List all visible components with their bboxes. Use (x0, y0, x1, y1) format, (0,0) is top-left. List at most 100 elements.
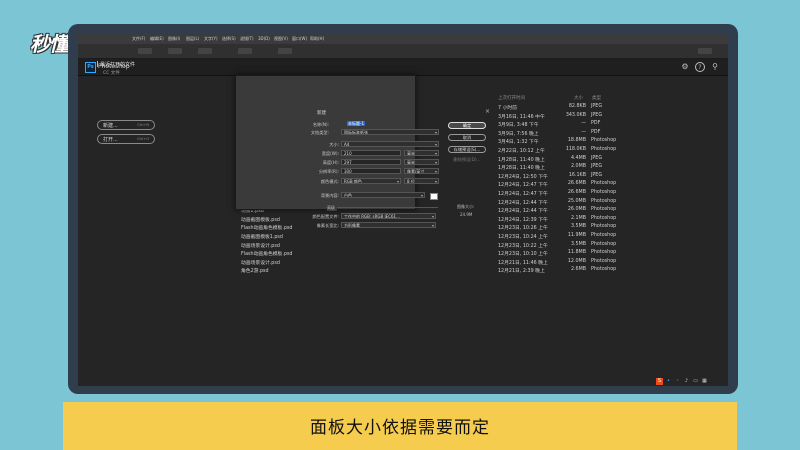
resolution-label: 分辨率(R): (318, 169, 339, 174)
file-date: 12月21日, 2:39 晚上 (498, 269, 545, 275)
menu-help[interactable]: 帮助(H) (310, 36, 324, 42)
file-type: PDF (591, 129, 601, 135)
file-name: 动画场景设计.psd (241, 243, 280, 249)
file-date: 3月9日, 7:56 晚上 (498, 131, 539, 137)
settings-icon[interactable]: ▦ (701, 378, 708, 385)
help-icon[interactable]: ? (695, 62, 705, 72)
file-size: 11.9MB (567, 233, 586, 238)
option-control[interactable] (278, 48, 292, 54)
pixel-aspect-select[interactable]: 方形像素 (341, 222, 436, 228)
language-icon[interactable]: • (665, 378, 672, 385)
color-mode-select[interactable]: RGB 颜色 (341, 178, 401, 184)
width-unit-select[interactable]: 毫米 (404, 150, 439, 156)
home-header: Ps Photoshop ⚙ ? ⚲ (78, 59, 728, 76)
advanced-toggle[interactable]: 高级 (327, 205, 337, 211)
option-control[interactable] (698, 48, 712, 54)
file-name: 动画截图模板1.psd (241, 235, 283, 240)
file-row[interactable]: 动画场景设计.psd 12月21日, 11:46 晚上 12.0MB Photosho… (241, 258, 701, 267)
new-button-shortcut: Ctrl+N (137, 122, 149, 127)
file-size: 4.4MB (570, 155, 586, 161)
close-icon[interactable]: × (485, 108, 796, 115)
open-button-shortcut: Ctrl+O (137, 136, 149, 141)
name-input[interactable]: 未标题-1 (345, 121, 440, 127)
gear-icon[interactable]: ⚙ (680, 62, 690, 72)
color-mode-label: 颜色模式: (320, 179, 339, 184)
file-name: 动画场景设计.psd (241, 260, 280, 266)
col-header-type[interactable]: 类型 (592, 95, 601, 101)
option-control[interactable] (138, 48, 152, 54)
file-row[interactable]: 动画截图模板1.psd 12月23日, 10:24 上午 11.9MB Photosh… (241, 232, 701, 241)
option-control[interactable] (168, 48, 182, 54)
open-button[interactable]: 打开... Ctrl+O (97, 134, 155, 144)
file-type: Photoshop (591, 241, 617, 247)
background-label: 背景内容: (320, 193, 339, 198)
file-size: 26.0MB (567, 207, 586, 213)
cc-files-link[interactable]: CC 文件 (103, 70, 120, 76)
ps-logo: Ps (85, 62, 96, 73)
background-select[interactable]: 白色 (341, 192, 425, 198)
file-date: 1月28日, 11:40 晚上 (498, 166, 545, 172)
ok-button[interactable]: 确定 (448, 122, 486, 129)
col-header-date[interactable]: 上次打开时间 (498, 95, 525, 101)
file-type: Photoshop (591, 267, 617, 273)
file-size: 3.5MB (570, 224, 586, 230)
punctuation-icon[interactable]: ◦ (674, 378, 681, 385)
file-type: Photoshop (591, 181, 617, 187)
file-type: Photoshop (591, 258, 617, 264)
col-header-size[interactable]: 大小 (574, 95, 583, 101)
option-control[interactable] (198, 48, 212, 54)
menu-select[interactable]: 选择(S) (222, 36, 236, 42)
menu-3d[interactable]: 3D(D) (258, 36, 270, 41)
keyboard-icon[interactable]: ▭ (692, 378, 699, 385)
width-label: 宽度(W): (321, 151, 339, 156)
background-color-swatch[interactable] (430, 193, 438, 200)
file-size: 3.5MB (570, 241, 586, 247)
menu-image[interactable]: 图像(I) (168, 36, 180, 42)
option-control[interactable] (238, 48, 252, 54)
new-button[interactable]: 新建... Ctrl+N (97, 120, 155, 130)
height-input[interactable]: 297 (341, 159, 401, 165)
search-icon[interactable]: ⚲ (710, 62, 720, 72)
cancel-button[interactable]: 取消 (448, 134, 486, 141)
file-row[interactable]: 角色2游.psd 12月21日, 2:39 晚上 2.6MB Photoshop (241, 266, 701, 275)
file-size: — (581, 121, 586, 127)
image-size-label: 图像大小: (457, 204, 475, 209)
size-select[interactable]: A4 (341, 141, 439, 147)
video-subtitle: 面板大小依据需要而定 (310, 418, 490, 438)
file-size: 12.0MB (567, 258, 586, 264)
preset-label: 文档类型: (310, 130, 329, 135)
width-input[interactable]: 210 (341, 150, 401, 156)
file-type: Photoshop (591, 190, 617, 195)
file-row[interactable]: 动画场景设计.psd 12月23日, 10:22 上午 3.5MB Photoshop (241, 241, 701, 250)
color-profile-select[interactable]: 工作中的 RGB: sRGB IEC61... (341, 213, 436, 219)
file-date: 3月4日, 1:32 下午 (498, 140, 539, 146)
file-type: Photoshop (591, 215, 617, 221)
microphone-icon[interactable]: ♪ (683, 378, 690, 385)
menu-filter[interactable]: 滤镜(T) (240, 36, 254, 42)
resolution-unit-select[interactable]: 像素/英寸 (404, 168, 439, 174)
menu-view[interactable]: 视图(V) (274, 36, 288, 42)
file-size: 16.1KB (568, 172, 586, 178)
file-size: 18.8MB (567, 138, 586, 144)
recent-files-title[interactable]: 最近打开的文件 (96, 61, 135, 68)
menu-layer[interactable]: 图层(L) (186, 36, 199, 42)
resolution-input[interactable]: 300 (341, 168, 401, 174)
menu-edit[interactable]: 编辑(E) (150, 36, 164, 42)
preset-select[interactable]: 国际标准纸张 (341, 129, 439, 135)
menu-window[interactable]: 窗口(W) (292, 36, 307, 42)
options-bar (78, 44, 728, 59)
file-type: JPEG (591, 172, 603, 178)
advanced-divider (326, 207, 438, 208)
ime-icon[interactable]: S (656, 378, 663, 385)
file-row[interactable]: Flash动画角色模板.psd 12月23日, 10:10 上午 11.8MB Pho… (241, 249, 701, 258)
bit-depth-select[interactable]: 8 位 (404, 178, 439, 184)
menu-type[interactable]: 文字(Y) (204, 36, 218, 42)
menu-file[interactable]: 文件(F) (132, 36, 145, 42)
file-size: 26.6MB (567, 181, 586, 187)
height-unit-select[interactable]: 毫米 (404, 159, 439, 165)
file-date: 1月28日, 11:40 晚上 (498, 157, 545, 163)
image-size-value: 24.9M (460, 212, 473, 217)
file-size: — (581, 129, 586, 135)
file-size: 2.6MB (570, 267, 586, 273)
save-preset-button[interactable]: 存储预设(S)... (448, 146, 486, 153)
